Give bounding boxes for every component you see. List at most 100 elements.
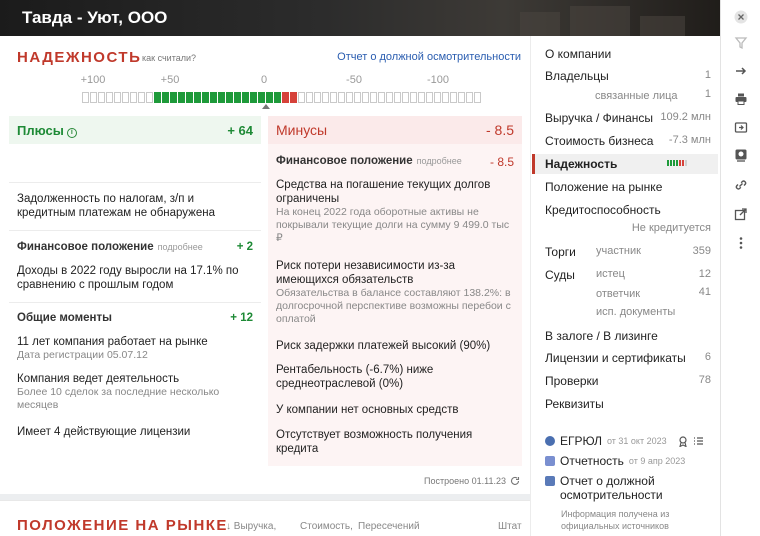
reliability-bar-segment <box>234 92 241 103</box>
header-building <box>570 6 630 36</box>
reliability-bar-segment <box>178 92 185 103</box>
more-icon[interactable] <box>732 234 750 252</box>
reliability-bar-segment <box>226 92 233 103</box>
nav-checks[interactable]: Проверки 78 <box>545 374 713 388</box>
due-report-source[interactable]: Отчет о должной осмотрительности <box>545 474 715 502</box>
egrul-source[interactable]: ЕГРЮЛ от 31 окт 2023 <box>545 434 704 448</box>
reliability-bar-segment <box>106 92 113 103</box>
scale-label: 0 <box>260 74 268 86</box>
list-icon[interactable] <box>693 436 704 446</box>
nav-revenue[interactable]: Выручка / Финансы 109.2 млн <box>545 111 713 125</box>
nav-about[interactable]: О компании <box>545 47 713 61</box>
due-diligence-report-link[interactable]: Отчет о должной осмотрительности <box>337 51 521 63</box>
nav-owners-count: 1 <box>704 69 711 81</box>
reliability-bar-segment <box>378 92 385 103</box>
reliability-bar-segment <box>218 92 225 103</box>
reliability-bar-segment <box>322 92 329 103</box>
minus-item-text: У компании нет основных средств <box>276 404 459 416</box>
nav-reliability[interactable]: Надежность <box>545 157 713 171</box>
reliability-bar-segment <box>314 92 321 103</box>
market-col-revenue[interactable]: ↓ Выручка, <box>226 521 276 533</box>
reliability-bar-segment <box>442 92 449 103</box>
minus-item: У компании нет основных средств <box>276 403 516 417</box>
plus-general-title: Общие моменты <box>17 312 112 324</box>
egrul-label: ЕГРЮЛ <box>560 434 602 448</box>
nav-trades[interactable]: Торги участник 359 <box>545 245 713 259</box>
arrow-right-icon[interactable] <box>732 62 750 80</box>
reliability-bar-segment <box>410 92 417 103</box>
reliability-bar-segment <box>210 92 217 103</box>
zero-marker <box>262 104 270 109</box>
reliability-bar-segment <box>146 92 153 103</box>
minus-fin-group-title: Финансовое положение <box>276 155 413 167</box>
nav-pledge[interactable]: В залоге / В лизинге <box>545 329 713 343</box>
scale-label: +50 <box>160 74 180 86</box>
how-calculated-link[interactable]: как считали? <box>142 53 196 63</box>
details-link[interactable]: подробнее <box>158 242 203 252</box>
divider <box>9 182 261 183</box>
plus-fin-group-title: Финансовое положение <box>17 241 154 253</box>
minus-item-text: Рентабельность (-6.7%) ниже среднеотрасл… <box>276 364 434 390</box>
reliability-bar-segment <box>202 92 209 103</box>
minus-item-sub: Обязательства в балансе составляют 138.2… <box>276 287 511 325</box>
filter-icon[interactable] <box>732 34 750 52</box>
reliability-bar-segment <box>282 92 289 103</box>
link-icon[interactable] <box>732 176 750 194</box>
nav-checks-label: Проверки <box>545 374 599 388</box>
plus-item: 11 лет компания работает на рынке Дата р… <box>17 335 253 362</box>
mini-bar-segment <box>676 160 678 166</box>
reporting-source[interactable]: Отчетность от 9 апр 2023 <box>545 454 685 468</box>
nav-market[interactable]: Положение на рынке <box>545 180 713 194</box>
plus-general-score: + 12 <box>230 312 253 324</box>
plus-item-text: Компания ведет деятельность <box>17 373 180 385</box>
nav-related-label: связанные лица <box>595 90 678 102</box>
reliability-bar-segment <box>138 92 145 103</box>
export-icon[interactable] <box>732 118 750 136</box>
plus-item-text: 11 лет компания работает на рынке <box>17 336 208 348</box>
reporting-label: Отчетность <box>560 454 624 468</box>
reliability-bar-segment <box>250 92 257 103</box>
refresh-icon[interactable] <box>510 476 520 486</box>
nav-owners[interactable]: Владельцы 1 <box>545 69 713 83</box>
pluses-score: + 64 <box>227 122 253 138</box>
nav-courts-defendant[interactable]: ответчик 41 <box>545 286 713 300</box>
nav-courts-enforcement[interactable]: исп. документы <box>545 304 713 318</box>
print-icon[interactable] <box>732 90 750 108</box>
market-panel: ПОЛОЖЕНИЕ НА РЫНКЕ ↓ Выручка, Стоимость,… <box>0 500 530 536</box>
reliability-bar-segment <box>114 92 121 103</box>
reliability-bar-segment <box>362 92 369 103</box>
nav-business-value[interactable]: Стоимость бизнеса -7.3 млн <box>545 134 713 148</box>
right-toolbar <box>720 0 760 536</box>
nav-requisites[interactable]: Реквизиты <box>545 397 713 411</box>
market-col-overlaps[interactable]: Пересечений <box>358 521 420 533</box>
divider <box>9 302 261 303</box>
market-col-staff[interactable]: Штат <box>498 521 522 533</box>
nav-courts[interactable]: Суды истец 12 <box>545 268 713 282</box>
nav-revenue-value: 109.2 млн <box>660 111 711 123</box>
minus-item-text: Риск потери независимости из-за имеющихс… <box>276 260 455 286</box>
nav-credit[interactable]: Кредитоспособность <box>545 203 713 217</box>
nav-related[interactable]: связанные лица 1 <box>545 88 713 102</box>
info-icon[interactable]: i <box>66 127 77 138</box>
pluses-column: Плюсы i + 64 <box>9 116 261 144</box>
built-date-text: Построено 01.11.23 <box>424 476 506 486</box>
due-report-label: Отчет о должной осмотрительности <box>560 474 663 502</box>
market-col-value[interactable]: Стоимость, <box>300 521 353 533</box>
reliability-bar-segment <box>370 92 377 103</box>
nav-courts-defendant-count: 41 <box>698 286 711 298</box>
nav-licenses-count: 6 <box>704 351 711 363</box>
document-icon[interactable] <box>732 146 750 164</box>
minus-item: Отсутствует возможность получения кредит… <box>276 428 516 456</box>
plus-fin-score: + 2 <box>236 241 253 253</box>
close-icon[interactable] <box>732 8 750 26</box>
reliability-bar-segment <box>242 92 249 103</box>
nav-licenses[interactable]: Лицензии и сертификаты 6 <box>545 351 713 365</box>
built-date: Построено 01.11.23 <box>424 476 520 486</box>
reliability-bar-segment <box>346 92 353 103</box>
divider <box>9 230 261 231</box>
details-link[interactable]: подробнее <box>417 156 462 166</box>
reliability-bar-segment <box>98 92 105 103</box>
award-icon[interactable] <box>678 435 688 447</box>
nav-licenses-label: Лицензии и сертификаты <box>545 351 686 365</box>
open-external-icon[interactable] <box>732 205 750 223</box>
